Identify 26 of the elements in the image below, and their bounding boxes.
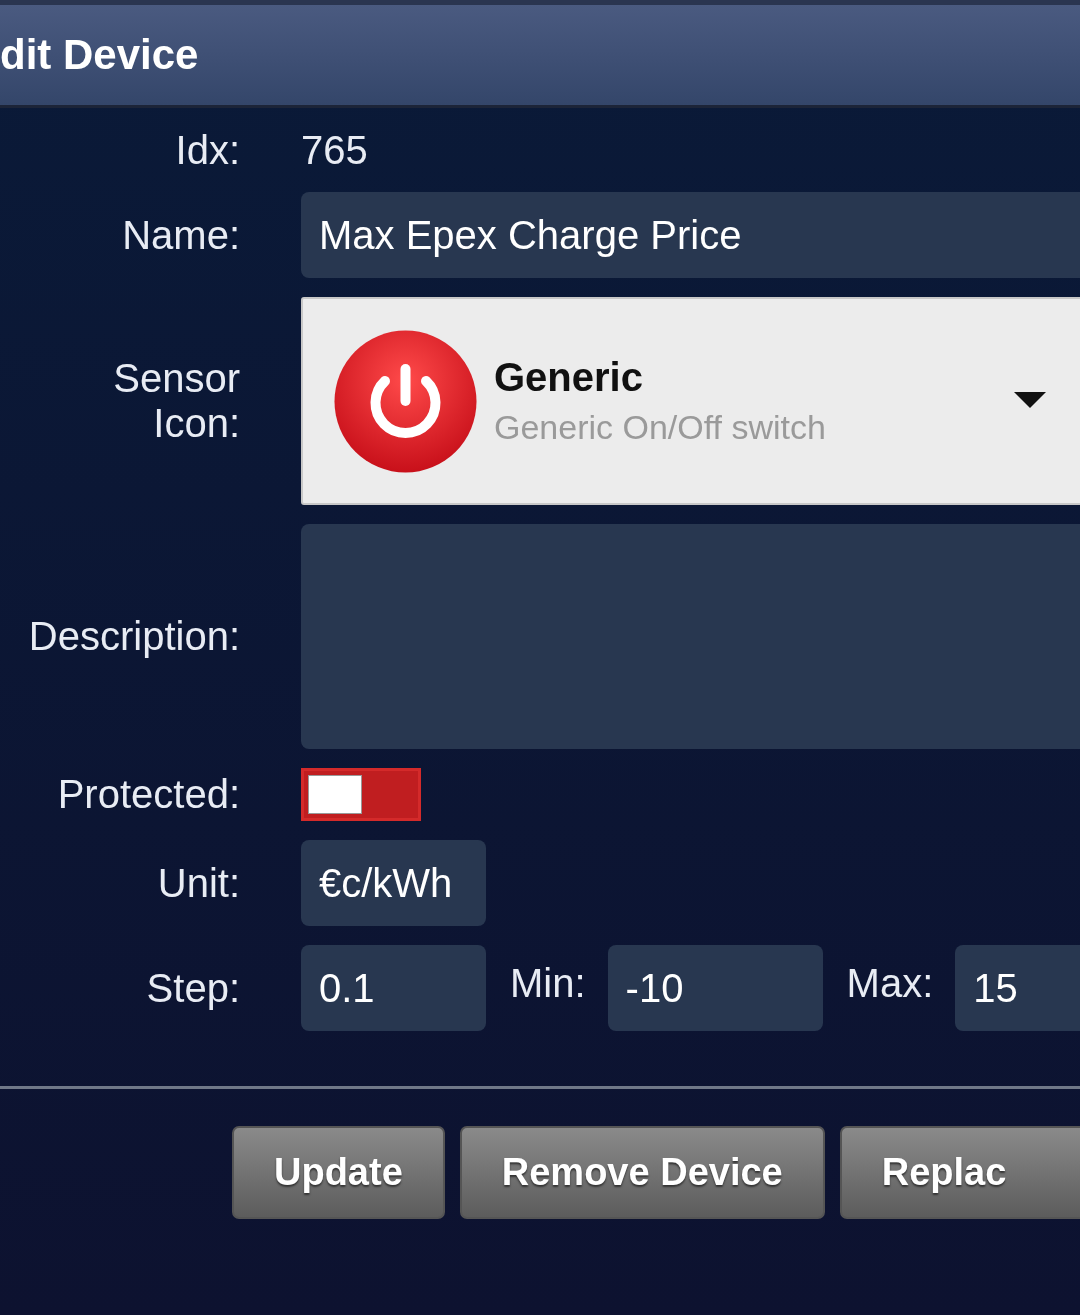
action-button[interactable]: Remove Device	[459, 1126, 825, 1219]
field-label: Protected:	[57, 772, 240, 817]
field-label: Min:	[510, 960, 586, 1006]
number-field[interactable]: 15	[955, 945, 1080, 1031]
description-field[interactable]	[301, 524, 1080, 749]
name-field[interactable]: Max Epex Charge Price	[301, 192, 1080, 278]
field-label: Unit:	[157, 860, 240, 906]
window-title: dit Device	[0, 31, 199, 79]
icon-subtitle: Generic On/Off switch	[494, 408, 827, 447]
number-field[interactable]: -10	[607, 945, 823, 1031]
icon-title: Generic	[494, 355, 644, 400]
field-label: Description:	[28, 614, 240, 659]
field-label: Sensor Icon:	[112, 356, 240, 446]
field-label: Step:	[146, 965, 240, 1011]
protected-toggle[interactable]	[301, 768, 421, 821]
step-field[interactable]: 0.1	[301, 945, 486, 1031]
icon-dropdown[interactable]: Generic Generic On/Off switch	[301, 297, 1080, 505]
action-button[interactable]: Update	[232, 1126, 445, 1219]
dropdown-caret-icon	[1014, 392, 1046, 410]
idx-value: 765	[301, 128, 369, 173]
field-label: Idx:	[175, 128, 240, 173]
field-label: Max:	[846, 960, 934, 1006]
action-button[interactable]: Replac	[839, 1126, 1080, 1219]
unit-field[interactable]: €c/kWh	[301, 840, 486, 926]
field-label: Name:	[122, 212, 240, 258]
power-icon	[333, 328, 478, 474]
